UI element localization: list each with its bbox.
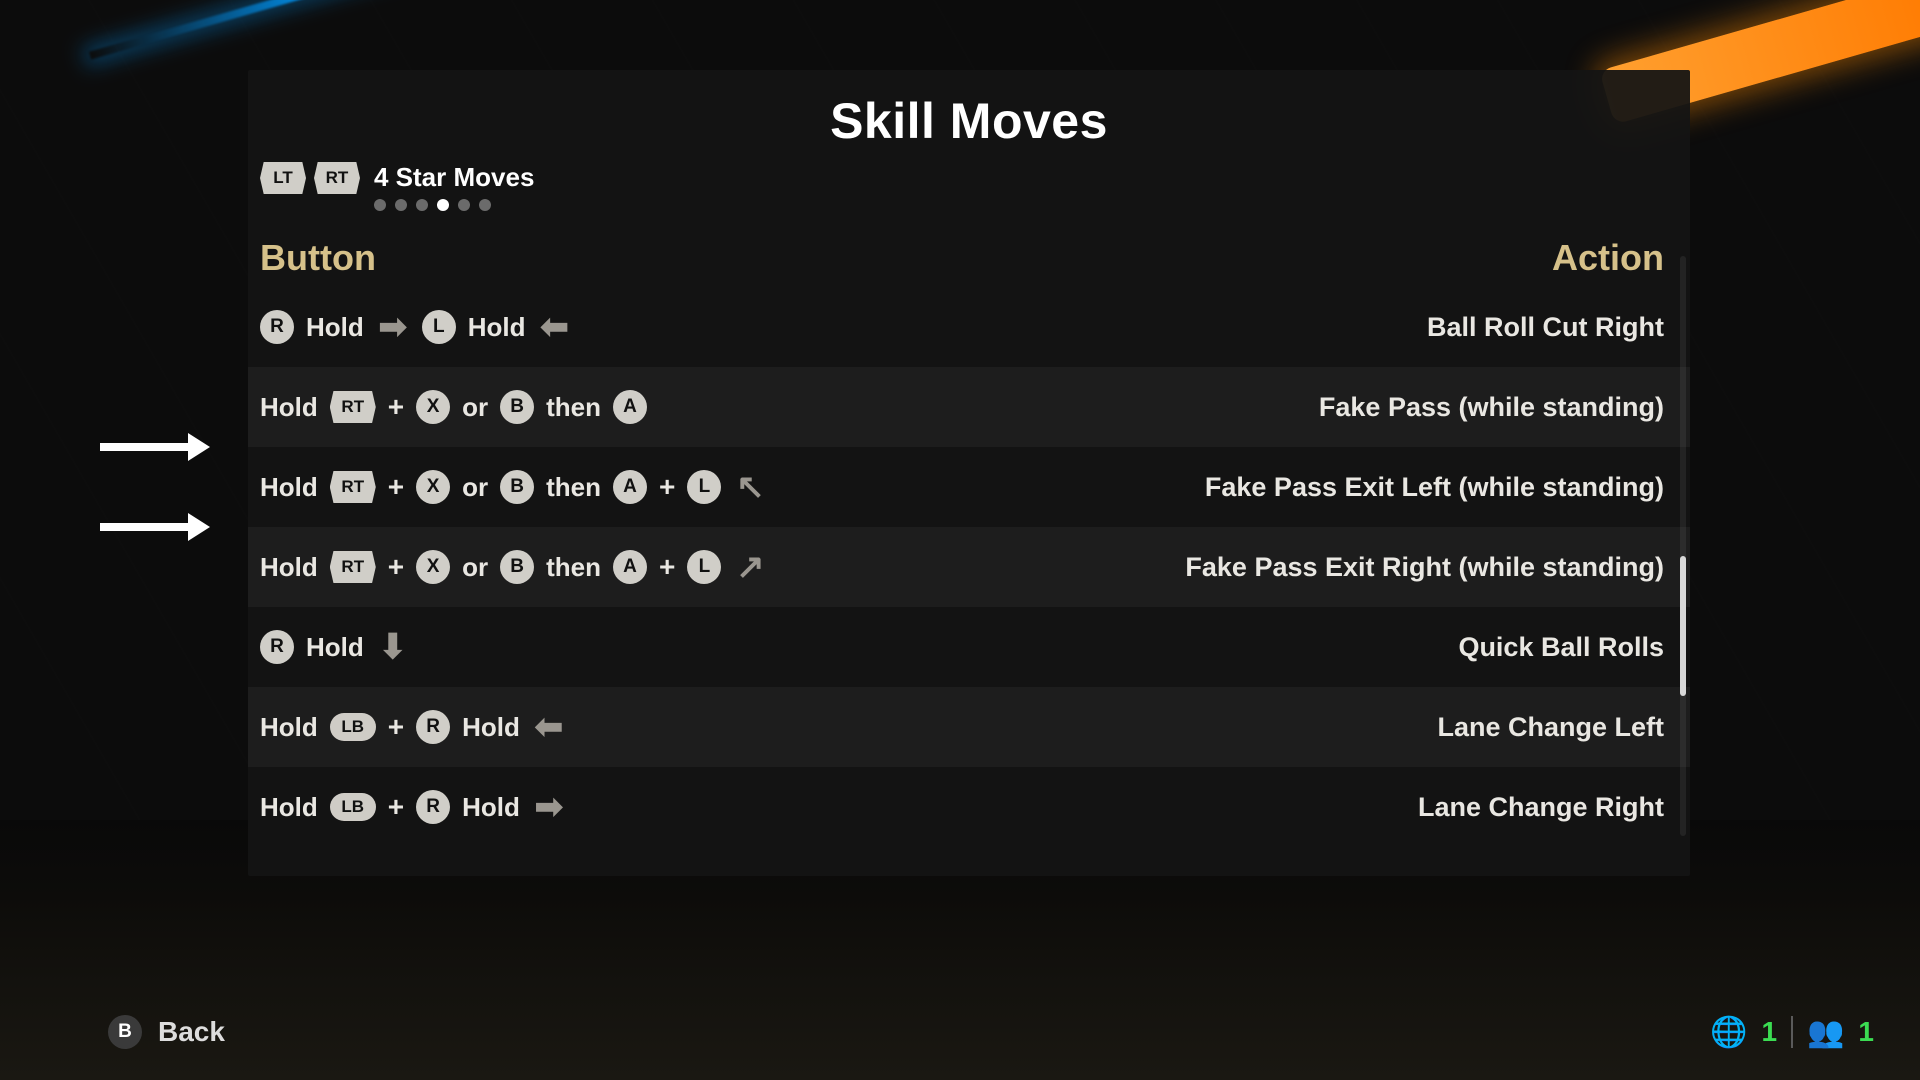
x-button-icon: X — [416, 390, 450, 424]
hold-label: Hold — [260, 552, 318, 583]
category-title: 4 Star Moves — [374, 162, 534, 193]
x-button-icon: X — [416, 470, 450, 504]
or-label: or — [462, 392, 488, 423]
list-item[interactable]: Hold LB + R Hold ⬅ Lane Change Left — [248, 687, 1690, 767]
arrow-left-icon: ⬅ — [532, 710, 566, 744]
hold-label: Hold — [468, 312, 526, 343]
list-item[interactable]: Hold LB + R Hold ➡ Lane Change Right — [248, 767, 1690, 847]
list-item[interactable]: Hold RT + X or B then A + L ↖ Fake Pass … — [248, 447, 1690, 527]
then-label: then — [546, 552, 601, 583]
hold-label: Hold — [260, 392, 318, 423]
arrow-right-icon: ➡ — [376, 310, 410, 344]
plus-label: + — [659, 551, 675, 583]
action-label: Ball Roll Cut Right — [1427, 312, 1664, 343]
action-label: Quick Ball Rolls — [1458, 632, 1664, 663]
lt-trigger-icon[interactable]: LT — [260, 162, 306, 194]
page-dot — [479, 199, 491, 211]
rt-trigger-icon: RT — [330, 391, 376, 423]
lb-bumper-icon: LB — [330, 713, 376, 741]
page-dot — [395, 199, 407, 211]
page-dot — [458, 199, 470, 211]
plus-label: + — [388, 471, 404, 503]
hold-label: Hold — [260, 472, 318, 503]
party-count: 1 — [1858, 1016, 1874, 1048]
hold-label: Hold — [306, 312, 364, 343]
globe-icon: 🌐 — [1710, 1015, 1747, 1050]
plus-label: + — [659, 471, 675, 503]
then-label: then — [546, 392, 601, 423]
l-stick-icon: L — [687, 550, 721, 584]
players-online-count: 1 — [1761, 1016, 1777, 1048]
rt-trigger-icon: RT — [330, 551, 376, 583]
or-label: or — [462, 552, 488, 583]
b-button-icon: B — [500, 390, 534, 424]
hold-label: Hold — [260, 792, 318, 823]
a-button-icon: A — [613, 390, 647, 424]
arrow-right-icon: ➡ — [532, 790, 566, 824]
r-stick-icon: R — [260, 630, 294, 664]
list-item[interactable]: Hold RT + X or B then A + L ↗ Fake Pass … — [248, 527, 1690, 607]
rt-trigger-icon: RT — [330, 471, 376, 503]
callout-arrow-1 — [100, 440, 210, 454]
arrow-left-icon: ⬅ — [538, 310, 572, 344]
arrow-down-icon: ⬇ — [376, 630, 410, 664]
col-header-button: Button — [260, 237, 376, 279]
plus-label: + — [388, 791, 404, 823]
arrow-up-right-icon: ↗ — [733, 550, 767, 584]
r-stick-icon: R — [260, 310, 294, 344]
hold-label: Hold — [306, 632, 364, 663]
l-stick-icon: L — [422, 310, 456, 344]
skill-moves-panel: Skill Moves LT RT 4 Star Moves Button Ac… — [248, 70, 1690, 876]
page-title: Skill Moves — [248, 70, 1690, 156]
b-button-icon: B — [500, 550, 534, 584]
or-label: or — [462, 472, 488, 503]
hold-label: Hold — [462, 712, 520, 743]
action-label: Fake Pass Exit Left (while standing) — [1205, 472, 1664, 503]
action-label: Lane Change Left — [1437, 712, 1664, 743]
page-dot — [374, 199, 386, 211]
col-header-action: Action — [1552, 237, 1664, 279]
back-label: Back — [158, 1016, 225, 1048]
list-item[interactable]: Hold RT + X or B then A Fake Pass (while… — [248, 367, 1690, 447]
hold-label: Hold — [462, 792, 520, 823]
scrollbar-thumb[interactable] — [1680, 556, 1686, 696]
hold-label: Hold — [260, 712, 318, 743]
a-button-icon: A — [613, 550, 647, 584]
back-button[interactable]: B Back — [108, 1015, 225, 1049]
lb-bumper-icon: LB — [330, 793, 376, 821]
plus-label: + — [388, 711, 404, 743]
r-stick-icon: R — [416, 790, 450, 824]
page-dot — [416, 199, 428, 211]
x-button-icon: X — [416, 550, 450, 584]
party-icon: 👥 — [1807, 1015, 1844, 1050]
b-button-icon: B — [500, 470, 534, 504]
a-button-icon: A — [613, 470, 647, 504]
action-label: Fake Pass (while standing) — [1319, 392, 1664, 423]
arrow-up-left-icon: ↖ — [733, 470, 767, 504]
list-item[interactable]: R Hold ➡ L Hold ⬅ Ball Roll Cut Right — [248, 287, 1690, 367]
l-stick-icon: L — [687, 470, 721, 504]
scrollbar[interactable] — [1680, 256, 1686, 836]
rt-trigger-icon[interactable]: RT — [314, 162, 360, 194]
page-dot-active — [437, 199, 449, 211]
action-label: Fake Pass Exit Right (while standing) — [1185, 552, 1664, 583]
action-label: Lane Change Right — [1418, 792, 1664, 823]
callout-arrow-2 — [100, 520, 210, 534]
plus-label: + — [388, 551, 404, 583]
plus-label: + — [388, 391, 404, 423]
pagination-dots — [374, 197, 534, 211]
footer-bar: B Back 🌐 1 👥 1 — [0, 1004, 1920, 1060]
list-item[interactable]: R Hold ⬇ Quick Ball Rolls — [248, 607, 1690, 687]
then-label: then — [546, 472, 601, 503]
category-header: LT RT 4 Star Moves — [248, 156, 1690, 211]
moves-list: R Hold ➡ L Hold ⬅ Ball Roll Cut Right Ho… — [248, 287, 1690, 847]
b-button-icon: B — [108, 1015, 142, 1049]
divider — [1791, 1016, 1793, 1048]
r-stick-icon: R — [416, 710, 450, 744]
